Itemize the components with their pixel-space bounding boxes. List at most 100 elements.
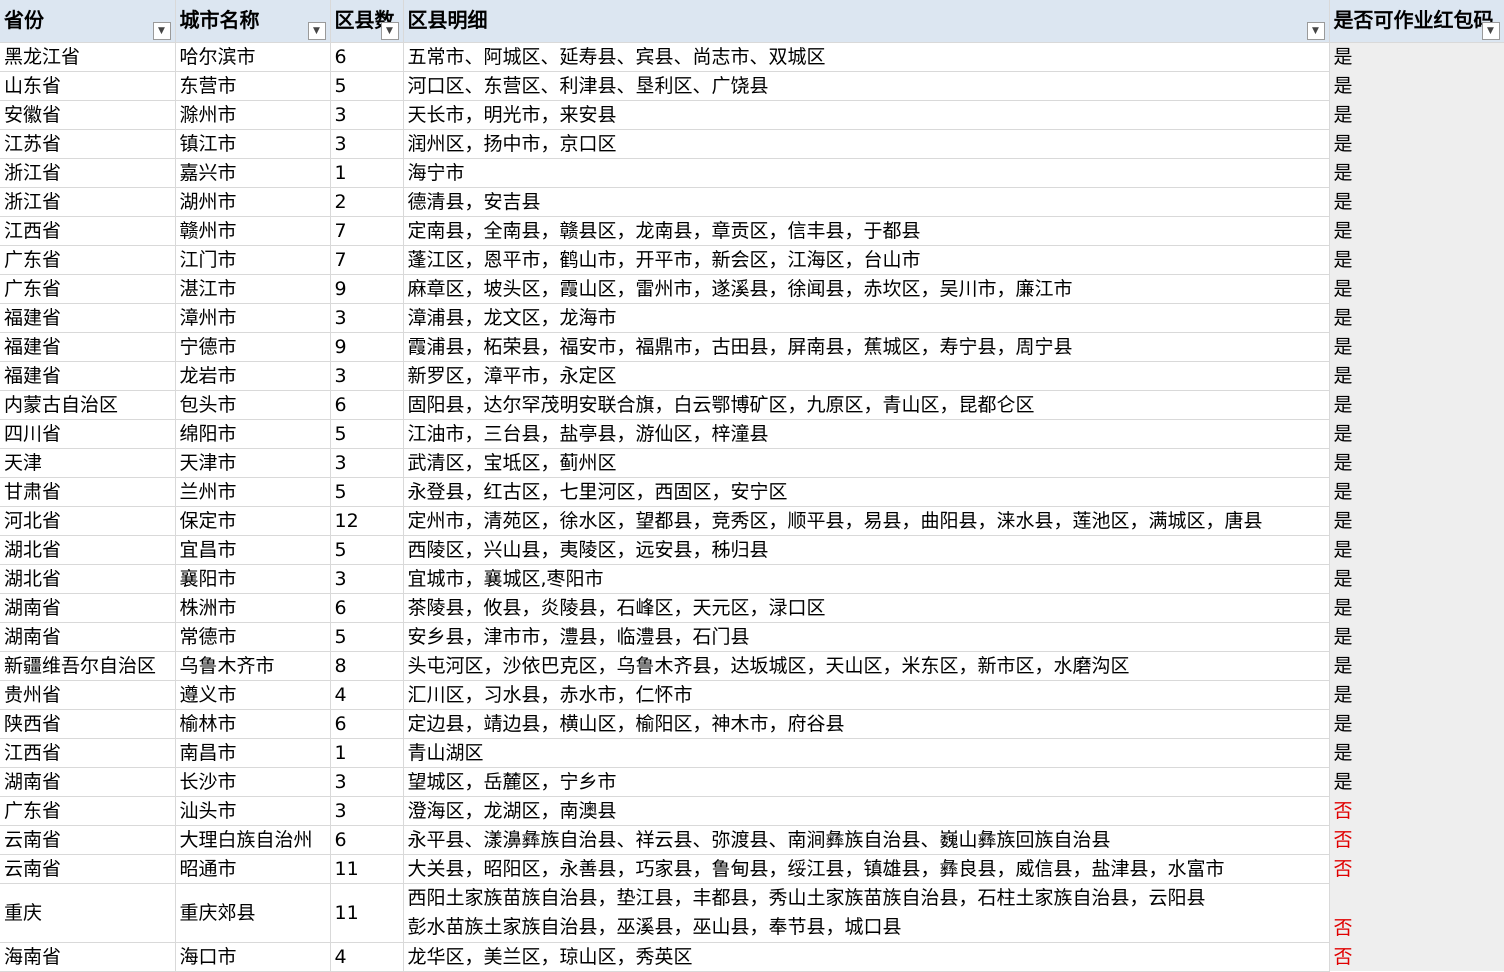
cell-details[interactable]: 头屯河区，沙依巴克区，乌鲁木齐县，达坂城区，天山区，米东区，新市区，水磨沟区 [403,651,1330,681]
cell-can-work[interactable]: 是 [1329,71,1504,100]
cell-count[interactable]: 3 [330,796,404,826]
cell-count[interactable]: 6 [330,42,404,72]
cell-can-work[interactable]: 是 [1329,42,1504,71]
cell-province[interactable]: 陕西省 [0,709,176,739]
cell-province[interactable]: 重庆 [0,883,176,943]
cell-count[interactable]: 3 [330,767,404,797]
header-count[interactable]: 区县数 ▼ [330,0,404,43]
cell-can-work[interactable]: 是 [1329,332,1504,361]
cell-province[interactable]: 天津 [0,448,176,478]
cell-details[interactable]: 大关县，昭阳区，永善县，巧家县，鲁甸县，绥江县，镇雄县，彝良县，威信县，盐津县，… [403,854,1330,884]
cell-count[interactable]: 3 [330,129,404,159]
cell-can-work[interactable]: 是 [1329,303,1504,332]
cell-city[interactable]: 东营市 [175,71,331,101]
cell-province[interactable]: 福建省 [0,332,176,362]
cell-province[interactable]: 河北省 [0,506,176,536]
cell-details[interactable]: 宜城市，襄城区,枣阳市 [403,564,1330,594]
cell-city[interactable]: 兰州市 [175,477,331,507]
cell-can-work[interactable]: 是 [1329,448,1504,477]
cell-count[interactable]: 3 [330,361,404,391]
cell-city[interactable]: 昭通市 [175,854,331,884]
cell-province[interactable]: 湖北省 [0,564,176,594]
cell-count[interactable]: 1 [330,158,404,188]
cell-city[interactable]: 江门市 [175,245,331,275]
filter-dropdown-icon[interactable]: ▼ [307,21,326,40]
cell-count[interactable]: 5 [330,419,404,449]
cell-details[interactable]: 安乡县，津市市，澧县，临澧县，石门县 [403,622,1330,652]
cell-count[interactable]: 9 [330,332,404,362]
cell-can-work[interactable]: 是 [1329,419,1504,448]
header-city[interactable]: 城市名称 ▼ [175,0,331,43]
filter-dropdown-icon[interactable]: ▼ [380,21,399,40]
cell-city[interactable]: 大理白族自治州 [175,825,331,855]
cell-details[interactable]: 霞浦县，柘荣县，福安市，福鼎市，古田县，屏南县，蕉城区，寿宁县，周宁县 [403,332,1330,362]
cell-province[interactable]: 广东省 [0,245,176,275]
cell-city[interactable]: 绵阳市 [175,419,331,449]
cell-city[interactable]: 镇江市 [175,129,331,159]
cell-can-work[interactable]: 是 [1329,216,1504,245]
header-province[interactable]: 省份 ▼ [0,0,176,43]
cell-can-work[interactable]: 是 [1329,738,1504,767]
filter-dropdown-icon[interactable]: ▼ [152,21,171,40]
cell-province[interactable]: 江苏省 [0,129,176,159]
cell-details[interactable]: 永登县，红古区，七里河区，西固区，安宁区 [403,477,1330,507]
cell-province[interactable]: 福建省 [0,361,176,391]
cell-count[interactable]: 7 [330,216,404,246]
cell-count[interactable]: 5 [330,71,404,101]
cell-can-work[interactable]: 是 [1329,564,1504,593]
cell-details[interactable]: 德清县，安吉县 [403,187,1330,217]
cell-can-work[interactable]: 是 [1329,129,1504,158]
cell-can-work[interactable]: 否 [1329,854,1504,883]
cell-city[interactable]: 遵义市 [175,680,331,710]
cell-can-work[interactable]: 是 [1329,100,1504,129]
cell-city[interactable]: 长沙市 [175,767,331,797]
cell-count[interactable]: 5 [330,477,404,507]
cell-details[interactable]: 龙华区，美兰区，琼山区，秀英区 [403,942,1330,972]
cell-count[interactable]: 3 [330,448,404,478]
cell-count[interactable]: 12 [330,506,404,536]
cell-city[interactable]: 湖州市 [175,187,331,217]
cell-province[interactable]: 海南省 [0,942,176,972]
cell-province[interactable]: 江西省 [0,738,176,768]
cell-city[interactable]: 海口市 [175,942,331,972]
cell-count[interactable]: 7 [330,245,404,275]
cell-province[interactable]: 贵州省 [0,680,176,710]
cell-province[interactable]: 湖南省 [0,767,176,797]
cell-details[interactable]: 五常市、阿城区、延寿县、宾县、尚志市、双城区 [403,42,1330,72]
cell-can-work[interactable]: 是 [1329,767,1504,796]
cell-province[interactable]: 山东省 [0,71,176,101]
cell-province[interactable]: 甘肃省 [0,477,176,507]
cell-can-work[interactable]: 是 [1329,274,1504,303]
cell-count[interactable]: 11 [330,854,404,884]
cell-can-work[interactable]: 是 [1329,506,1504,535]
cell-details[interactable]: 江油市，三台县，盐亭县，游仙区，梓潼县 [403,419,1330,449]
cell-city[interactable]: 龙岩市 [175,361,331,391]
cell-count[interactable]: 6 [330,709,404,739]
cell-count[interactable]: 8 [330,651,404,681]
cell-city[interactable]: 常德市 [175,622,331,652]
cell-can-work[interactable]: 否 [1329,883,1504,942]
cell-details[interactable]: 永平县、漾濞彝族自治县、祥云县、弥渡县、南涧彝族自治县、巍山彝族回族自治县 [403,825,1330,855]
cell-province[interactable]: 江西省 [0,216,176,246]
cell-details[interactable]: 武清区，宝坻区，蓟州区 [403,448,1330,478]
cell-details[interactable]: 固阳县，达尔罕茂明安联合旗，白云鄂博矿区，九原区，青山区，昆都仑区 [403,390,1330,420]
cell-can-work[interactable]: 是 [1329,361,1504,390]
cell-count[interactable]: 3 [330,100,404,130]
cell-details[interactable]: 汇川区，习水县，赤水市，仁怀市 [403,680,1330,710]
cell-can-work[interactable]: 是 [1329,651,1504,680]
cell-details[interactable]: 定边县，靖边县，横山区，榆阳区，神木市，府谷县 [403,709,1330,739]
cell-details[interactable]: 蓬江区，恩平市，鹤山市，开平市，新会区，江海区，台山市 [403,245,1330,275]
cell-count[interactable]: 5 [330,622,404,652]
cell-can-work[interactable]: 否 [1329,825,1504,854]
cell-city[interactable]: 汕头市 [175,796,331,826]
cell-city[interactable]: 重庆郊县 [175,883,331,943]
cell-count[interactable]: 4 [330,680,404,710]
cell-details[interactable]: 澄海区，龙湖区，南澳县 [403,796,1330,826]
cell-can-work[interactable]: 是 [1329,680,1504,709]
cell-city[interactable]: 湛江市 [175,274,331,304]
cell-details[interactable]: 海宁市 [403,158,1330,188]
cell-can-work[interactable]: 是 [1329,158,1504,187]
cell-count[interactable]: 1 [330,738,404,768]
cell-province[interactable]: 福建省 [0,303,176,333]
cell-details[interactable]: 新罗区，漳平市，永定区 [403,361,1330,391]
